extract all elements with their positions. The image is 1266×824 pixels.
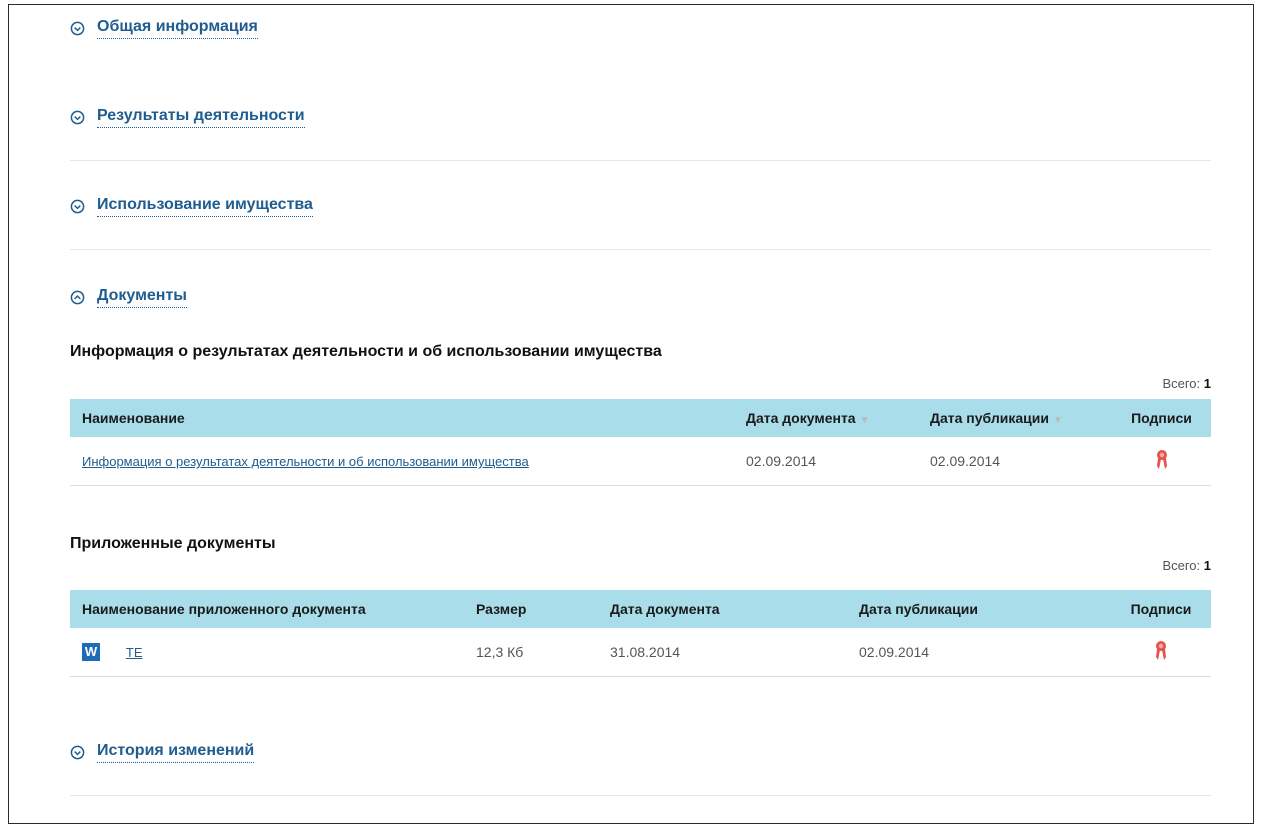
attached-document-link[interactable]: ТЕ xyxy=(126,645,143,660)
col-pub-date-sort[interactable]: Дата публикации ▼ xyxy=(918,399,1112,437)
col-size: Размер xyxy=(476,601,527,617)
section-documents-toggle[interactable]: Документы xyxy=(70,287,1211,308)
pub-date: 02.09.2014 xyxy=(847,628,1111,677)
table-row: W ТЕ 12,3 Кб 31.08.2014 02.09.2014 xyxy=(70,628,1211,677)
doc-date: 31.08.2014 xyxy=(598,628,847,677)
divider xyxy=(70,249,1211,250)
sort-down-icon: ▼ xyxy=(859,415,870,426)
pub-date: 02.09.2014 xyxy=(918,437,1112,486)
chevron-down-icon xyxy=(70,199,85,214)
section-results-toggle[interactable]: Результаты деятельности xyxy=(70,107,1211,128)
info-block-title: Информация о результатах деятельности и … xyxy=(70,343,662,360)
section-general-toggle[interactable]: Общая информация xyxy=(70,18,1211,39)
file-size: 12,3 Кб xyxy=(464,628,598,677)
section-history-toggle[interactable]: История изменений xyxy=(70,742,1211,763)
section-general-title[interactable]: Общая информация xyxy=(97,18,258,39)
attached-total-value: 1 xyxy=(1203,558,1211,573)
attached-table: Наименование приложенного документа Разм… xyxy=(70,590,1211,677)
word-doc-icon: W xyxy=(82,643,100,662)
section-history-title[interactable]: История изменений xyxy=(97,742,255,763)
section-history: История изменений xyxy=(70,742,1211,763)
section-documents: Документы xyxy=(70,287,1211,308)
divider xyxy=(70,160,1211,161)
attached-total-label: Всего: xyxy=(1162,558,1201,573)
info-total: Всего: 1 xyxy=(1162,376,1211,391)
col-doc-date-sort[interactable]: Дата документа ▼ xyxy=(734,399,918,437)
divider xyxy=(70,795,1211,796)
info-table-header: Наименование Дата документа ▼ Дата публик… xyxy=(70,399,1211,437)
doc-date: 02.09.2014 xyxy=(734,437,918,486)
section-general: Общая информация xyxy=(70,18,1211,39)
info-total-value: 1 xyxy=(1203,376,1211,391)
chevron-down-icon xyxy=(70,110,85,125)
section-property-title[interactable]: Использование имущества xyxy=(97,196,313,217)
section-results-title[interactable]: Результаты деятельности xyxy=(97,107,305,128)
attached-table-header: Наименование приложенного документа Разм… xyxy=(70,590,1211,628)
table-row: Информация о результатах деятельности и … xyxy=(70,437,1211,486)
col-signatures: Подписи xyxy=(1131,410,1192,426)
chevron-down-icon xyxy=(70,21,85,36)
section-results: Результаты деятельности xyxy=(70,107,1211,128)
col-attached-doc-date: Дата документа xyxy=(610,601,720,617)
col-name: Наименование xyxy=(82,410,185,426)
col-attached-name: Наименование приложенного документа xyxy=(82,601,366,617)
col-attached-pub-date: Дата публикации xyxy=(859,601,978,617)
attached-total: Всего: 1 xyxy=(1162,558,1211,573)
section-property-toggle[interactable]: Использование имущества xyxy=(70,196,1211,217)
signature-icon[interactable] xyxy=(1156,449,1168,471)
info-table: Наименование Дата документа ▼ Дата публик… xyxy=(70,399,1211,486)
signature-icon[interactable] xyxy=(1155,640,1167,662)
col-attached-signatures: Подписи xyxy=(1130,601,1192,617)
chevron-up-icon xyxy=(70,290,85,305)
info-total-label: Всего: xyxy=(1162,376,1201,391)
sort-down-icon: ▼ xyxy=(1052,415,1063,426)
attached-block-title: Приложенные документы xyxy=(70,535,276,552)
chevron-down-icon xyxy=(70,745,85,760)
section-property: Использование имущества xyxy=(70,196,1211,217)
document-link[interactable]: Информация о результатах деятельности и … xyxy=(82,454,529,469)
section-documents-title[interactable]: Документы xyxy=(97,287,187,308)
